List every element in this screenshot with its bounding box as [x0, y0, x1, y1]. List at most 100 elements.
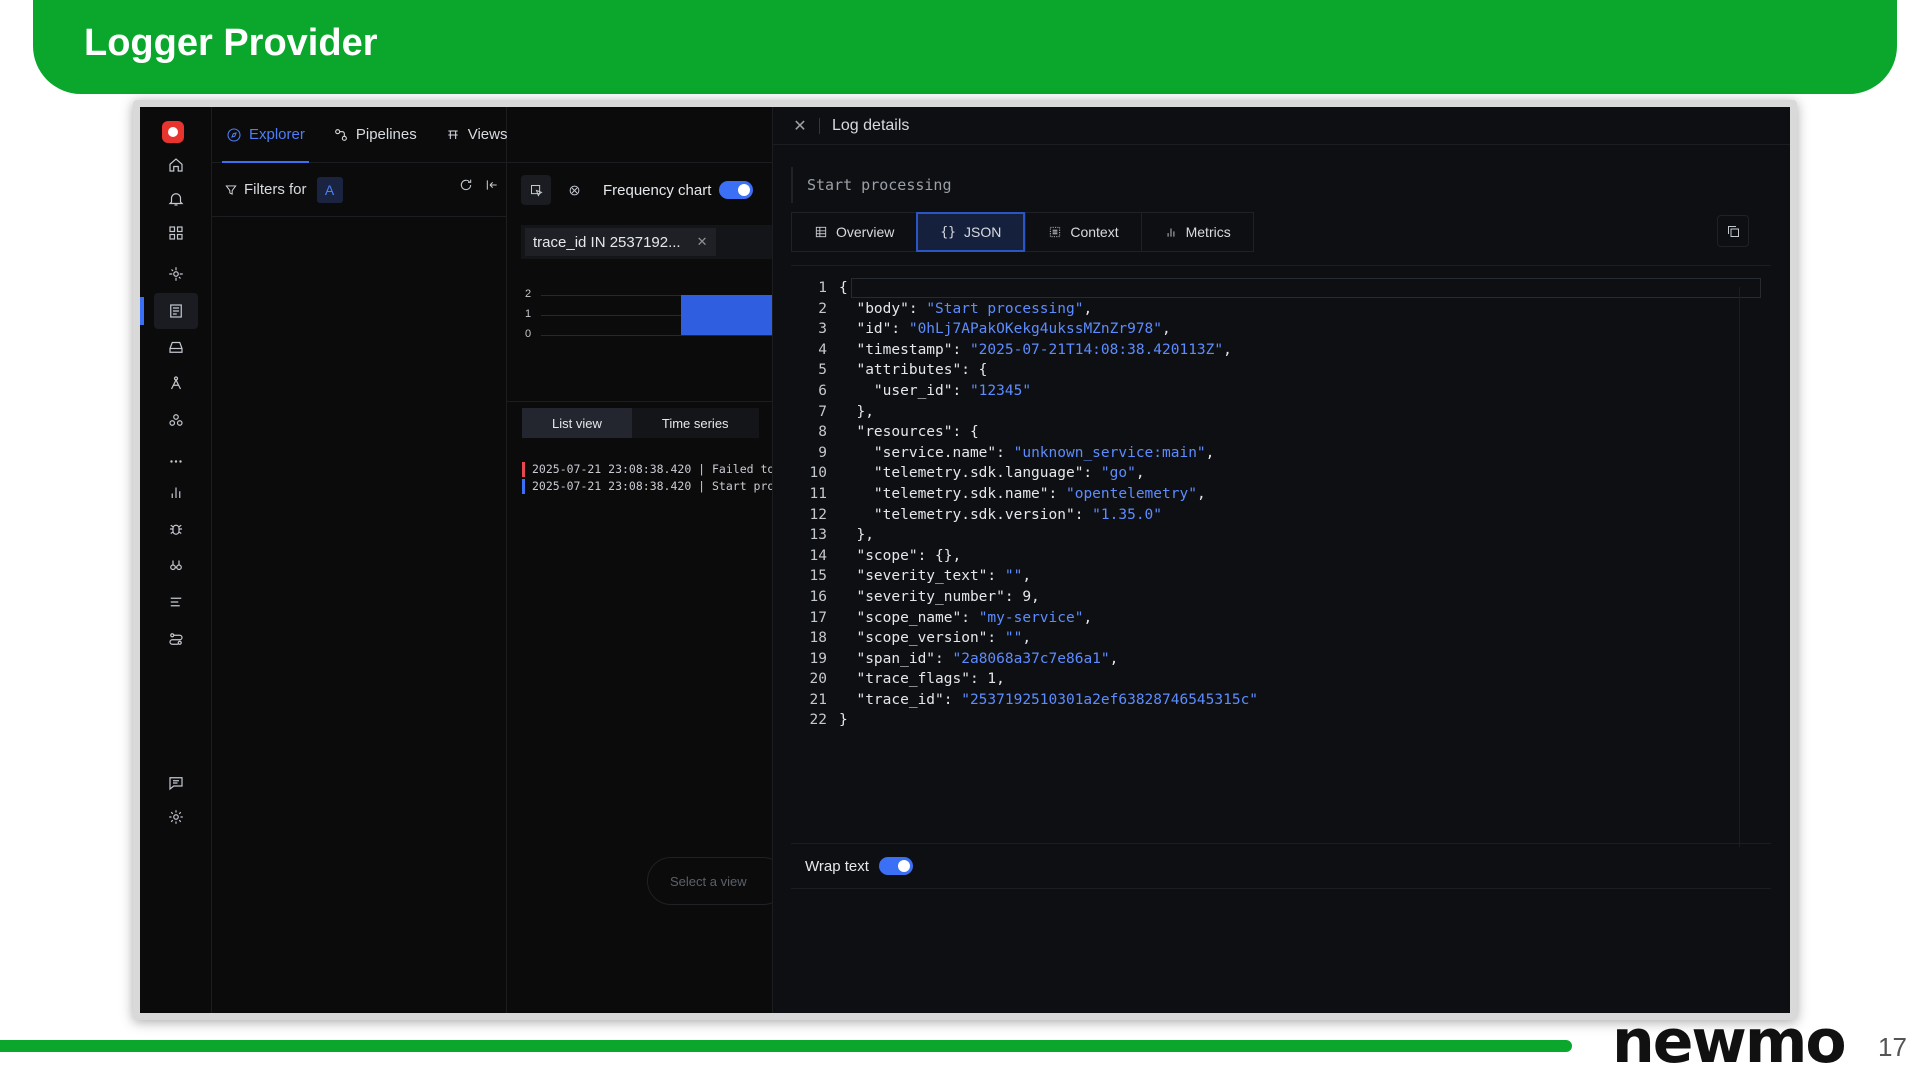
context-icon: [1050, 226, 1061, 238]
table-icon: [815, 226, 827, 238]
y-tick-label: 1: [525, 308, 532, 320]
clear-icon: [569, 185, 579, 195]
tab-views-label: Views: [467, 126, 508, 143]
copy-icon: [1727, 225, 1739, 237]
filters-panel: [212, 107, 507, 1013]
tab-json[interactable]: {} JSON: [916, 212, 1026, 252]
tab-overview-label: Overview: [836, 224, 895, 240]
tab-context[interactable]: Context: [1025, 212, 1141, 252]
close-icon[interactable]: ✕: [785, 116, 815, 136]
logs-icon[interactable]: [154, 293, 198, 329]
braces-icon: {}: [940, 224, 957, 240]
query-chip[interactable]: trace_id IN 2537192... ✕: [525, 228, 716, 256]
refresh-icon[interactable]: [458, 177, 474, 193]
query-bar[interactable]: trace_id IN 2537192... ✕: [521, 225, 772, 259]
tab-json-label: JSON: [964, 224, 1002, 240]
copy-button[interactable]: [1717, 215, 1749, 247]
line-number: 6: [818, 382, 827, 399]
gridline: [541, 335, 772, 336]
line-number: 17: [809, 609, 827, 626]
wrap-text-row: Wrap text: [791, 843, 1771, 889]
view-tabs: List view Time series: [522, 408, 759, 438]
json-viewer[interactable]: 1{2 "body": "Start processing", 3 "id": "…: [791, 265, 1771, 843]
tab-explorer[interactable]: Explorer: [212, 107, 319, 163]
list-item[interactable]: 2025-07-21 23:08:38.420 | Failed to: [522, 461, 772, 478]
explorer-icon[interactable]: [154, 547, 198, 583]
bug-icon[interactable]: [154, 511, 198, 547]
dashboards-icon[interactable]: [154, 215, 198, 251]
line-number: 10: [809, 465, 827, 482]
json-line: 22}: [791, 710, 1258, 731]
frequency-chart-toggle[interactable]: [719, 181, 754, 199]
services-icon[interactable]: [154, 365, 198, 401]
tab-metrics[interactable]: Metrics: [1140, 212, 1254, 252]
line-number: 3: [818, 321, 827, 338]
more-icon[interactable]: [154, 442, 198, 478]
tab-views[interactable]: Views: [431, 107, 522, 163]
line-number: 11: [809, 485, 827, 502]
list-item[interactable]: 2025-07-21 23:08:38.420 | Start pro: [522, 478, 772, 495]
tab-metrics-label: Metrics: [1185, 224, 1231, 240]
json-line-text: "telemetry.sdk.name": "opentelemetry",: [839, 485, 1206, 502]
y-tick-label: 2: [525, 288, 532, 300]
scrollbar-track[interactable]: [1739, 287, 1740, 847]
remove-chip-icon[interactable]: ✕: [697, 234, 708, 250]
line-number: 4: [818, 341, 827, 358]
tab-time-series[interactable]: Time series: [632, 408, 759, 438]
line-number: 2: [818, 300, 827, 317]
results-panel: Frequency chart trace_id IN 2537192... ✕…: [507, 163, 772, 1013]
alerts-icon[interactable]: [154, 181, 198, 217]
line-number: 7: [818, 403, 827, 420]
metrics-icon[interactable]: [154, 474, 198, 510]
select-view-button[interactable]: Select a view: [647, 857, 772, 905]
json-line: 7 },: [791, 402, 1258, 423]
collapse-panel-icon[interactable]: [484, 177, 500, 193]
tab-list-view[interactable]: List view: [522, 408, 632, 438]
wrap-text-toggle[interactable]: [878, 857, 913, 875]
details-header: ✕ Log details: [773, 107, 1790, 145]
json-line-text: "id": "0hLj7APakOKekg4ukssMZnZr978",: [839, 321, 1171, 338]
json-line-text: {: [839, 280, 848, 296]
exceptions-icon[interactable]: [154, 256, 198, 292]
json-line: 9 "service.name": "unknown_service:main"…: [791, 443, 1258, 464]
top-nav: Explorer Pipelines Views: [212, 107, 772, 163]
select-mode-button[interactable]: [521, 175, 551, 205]
chart-bar[interactable]: [681, 295, 772, 335]
home-icon[interactable]: [154, 147, 198, 183]
json-line: 11 "telemetry.sdk.name": "opentelemetry"…: [791, 484, 1258, 505]
json-line-text: "span_id": "2a8068a37c7e86a1",: [839, 650, 1119, 667]
severity-indicator: [522, 479, 525, 494]
json-line: 10 "telemetry.sdk.language": "go",: [791, 463, 1258, 484]
brand-logo-icon[interactable]: [162, 121, 184, 143]
wrap-text-label: Wrap text: [805, 857, 869, 875]
json-line-text: }: [839, 712, 848, 729]
json-line-text: "body": "Start processing",: [839, 300, 1093, 317]
divider: [819, 117, 820, 134]
tab-pipelines[interactable]: Pipelines: [319, 107, 431, 163]
tab-overview[interactable]: Overview: [791, 212, 917, 252]
settings-icon[interactable]: [154, 799, 198, 835]
json-line-text: "resources": {: [839, 424, 979, 441]
clear-button[interactable]: [559, 175, 589, 205]
severity-indicator: [522, 462, 525, 477]
json-line: 16 "severity_number": 9,: [791, 587, 1258, 608]
pipelines-icon[interactable]: [154, 621, 198, 657]
list-icon[interactable]: [154, 584, 198, 620]
json-line: 14 "scope": {},: [791, 546, 1258, 567]
storage-icon[interactable]: [154, 329, 198, 365]
screenshot-frame: Explorer Pipelines Views Filters for A F…: [133, 100, 1797, 1020]
line-number: 20: [809, 671, 827, 688]
query-badge[interactable]: A: [316, 176, 343, 203]
json-line-text: "user_id": "12345": [839, 382, 1032, 399]
cursor-icon: [530, 184, 543, 197]
json-line: 12 "telemetry.sdk.version": "1.35.0": [791, 505, 1258, 526]
bar-chart-icon: [1167, 228, 1174, 237]
feedback-icon[interactable]: [154, 765, 198, 801]
frequency-chart: 2 1 0: [521, 287, 772, 357]
app-window: Explorer Pipelines Views Filters for A F…: [140, 107, 1790, 1013]
line-number: 14: [809, 547, 827, 564]
integrations-icon[interactable]: [154, 402, 198, 438]
pipeline-icon: [334, 128, 347, 141]
line-number: 15: [809, 568, 827, 585]
json-line: 1{: [791, 278, 1258, 299]
